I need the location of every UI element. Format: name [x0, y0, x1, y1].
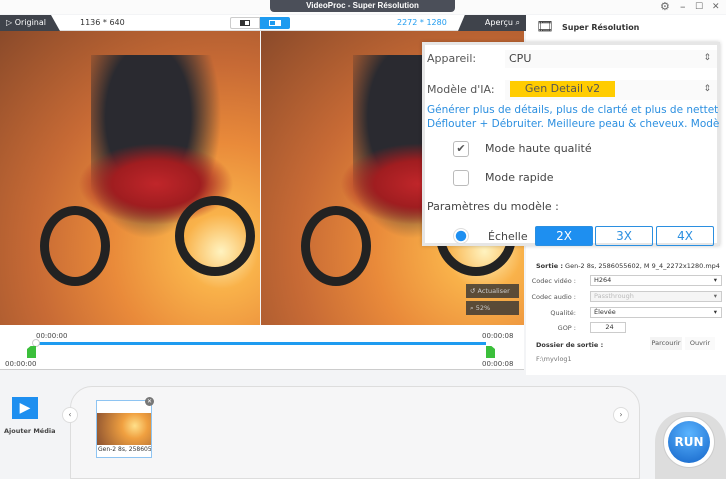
refresh-label: Actualiser	[477, 287, 510, 295]
audio-codec-label: Codec audio :	[531, 293, 576, 301]
trim-start-time: 00:00:00	[5, 360, 37, 368]
browse-button[interactable]: Parcourir	[650, 337, 682, 350]
high-quality-checkbox[interactable]: ✔	[453, 141, 469, 157]
media-clip[interactable]: Gen-2 8s, 258605	[96, 400, 152, 458]
fast-mode-checkbox[interactable]	[453, 170, 469, 186]
scale-3x-button[interactable]: 3X	[595, 226, 653, 246]
refresh-icon: ↺	[470, 287, 478, 295]
end-time: 00:00:08	[482, 332, 514, 340]
device-select[interactable]: CPU ⇕	[505, 50, 717, 68]
output-folder-label: Dossier de sortie :	[536, 341, 604, 349]
zoom-button[interactable]: ⌕ 52%	[466, 301, 519, 315]
trim-end-handle[interactable]	[486, 346, 495, 358]
preview-label: Aperçu	[484, 18, 513, 27]
device-label: Appareil:	[427, 52, 477, 65]
audio-codec-select[interactable]: Passthrough ▾	[590, 291, 722, 302]
output-resolution: 2272 * 1280	[397, 18, 447, 27]
gear-icon[interactable]: ⚙	[660, 0, 670, 14]
fast-mode-label: Mode rapide	[485, 171, 554, 184]
media-bar: ▶ Ajouter Média ‹ › Gen-2 8s, 258605 ✕ R…	[0, 375, 726, 479]
maximize-button[interactable]: ☐	[695, 0, 703, 14]
search-icon: ⌕	[512, 18, 521, 27]
minimize-button[interactable]: –	[680, 0, 686, 14]
media-tray	[70, 386, 640, 479]
video-codec-select[interactable]: H264 ▾	[590, 275, 722, 286]
clip-thumbnail	[97, 413, 151, 445]
high-quality-label: Mode haute qualité	[485, 142, 592, 155]
original-preview	[0, 31, 260, 325]
playhead-handle[interactable]	[32, 339, 40, 347]
model-description-1: Générer plus de détails, plus de clarté …	[427, 104, 719, 116]
gop-input[interactable]: 24	[590, 322, 626, 333]
model-description-2: Déflouter + Débruiter. Meilleure peau & …	[427, 118, 719, 130]
model-params-label: Paramètres du modèle :	[427, 200, 559, 213]
output-value: Gen-2 8s, 2586055602, M 9_4_2272x1280.mp…	[565, 262, 720, 270]
output-name: Sortie : Gen-2 8s, 2586055602, M 9_4_227…	[536, 262, 720, 270]
output-label: Sortie :	[536, 262, 563, 270]
scroll-right-button[interactable]: ›	[613, 407, 629, 423]
close-button[interactable]: ✕	[712, 0, 720, 14]
gop-label: GOP :	[557, 324, 576, 332]
zoom-level: 52%	[475, 304, 491, 312]
scale-radio[interactable]	[453, 228, 469, 244]
quality-label: Qualité:	[550, 309, 576, 317]
clip-label: Gen-2 8s, 258605	[98, 446, 151, 453]
ai-model-select[interactable]: Gen Detail v2 ⇕	[505, 80, 717, 100]
scale-2x-button[interactable]: 2X	[535, 226, 593, 246]
playhead-time: 00:00:00	[36, 332, 68, 340]
timeline: 00:00:00 00:00:08 00:00:00 00:00:08	[0, 325, 524, 370]
video-codec-label: Codec vidéo :	[531, 277, 576, 285]
output-path: F:\myvlog1	[536, 355, 572, 363]
open-button[interactable]: Ouvrir	[685, 337, 715, 350]
original-resolution: 1136 * 640	[80, 18, 125, 27]
quality-select[interactable]: Élevée ▾	[590, 307, 722, 318]
split-view-button[interactable]	[230, 17, 260, 29]
scale-label: Échelle	[488, 230, 528, 243]
timeline-track[interactable]	[36, 342, 486, 345]
settings-popup: Appareil: CPU ⇕ Modèle d'IA: Gen Detail v…	[422, 42, 720, 246]
refresh-button[interactable]: ↺ Actualiser	[466, 284, 519, 298]
panel-title: Super Résolution	[562, 23, 640, 32]
preview-toolbar: ▷ Original 1136 * 640 2272 * 1280 Aperçu…	[0, 15, 526, 31]
title-bar: VideoProc - Super Résolution ⚙ – ☐ ✕	[0, 0, 726, 14]
run-button[interactable]: RUN	[668, 421, 710, 463]
trim-start-handle[interactable]	[27, 346, 36, 358]
ai-model-label: Modèle d'IA:	[427, 83, 495, 96]
scale-4x-button[interactable]: 4X	[656, 226, 714, 246]
film-reel-icon: 🎞	[536, 19, 554, 35]
original-tab[interactable]: ▷ Original	[0, 15, 60, 31]
add-media-icon[interactable]: ▶	[12, 397, 38, 419]
trim-end-time: 00:00:08	[482, 360, 514, 368]
scroll-left-button[interactable]: ‹	[62, 407, 78, 423]
remove-clip-icon[interactable]: ✕	[145, 397, 154, 406]
add-media-label[interactable]: Ajouter Média	[4, 427, 55, 435]
preview-button[interactable]: Aperçu ⌕	[458, 15, 526, 31]
side-by-side-button[interactable]	[260, 17, 290, 29]
window-title: VideoProc - Super Résolution	[270, 0, 455, 12]
